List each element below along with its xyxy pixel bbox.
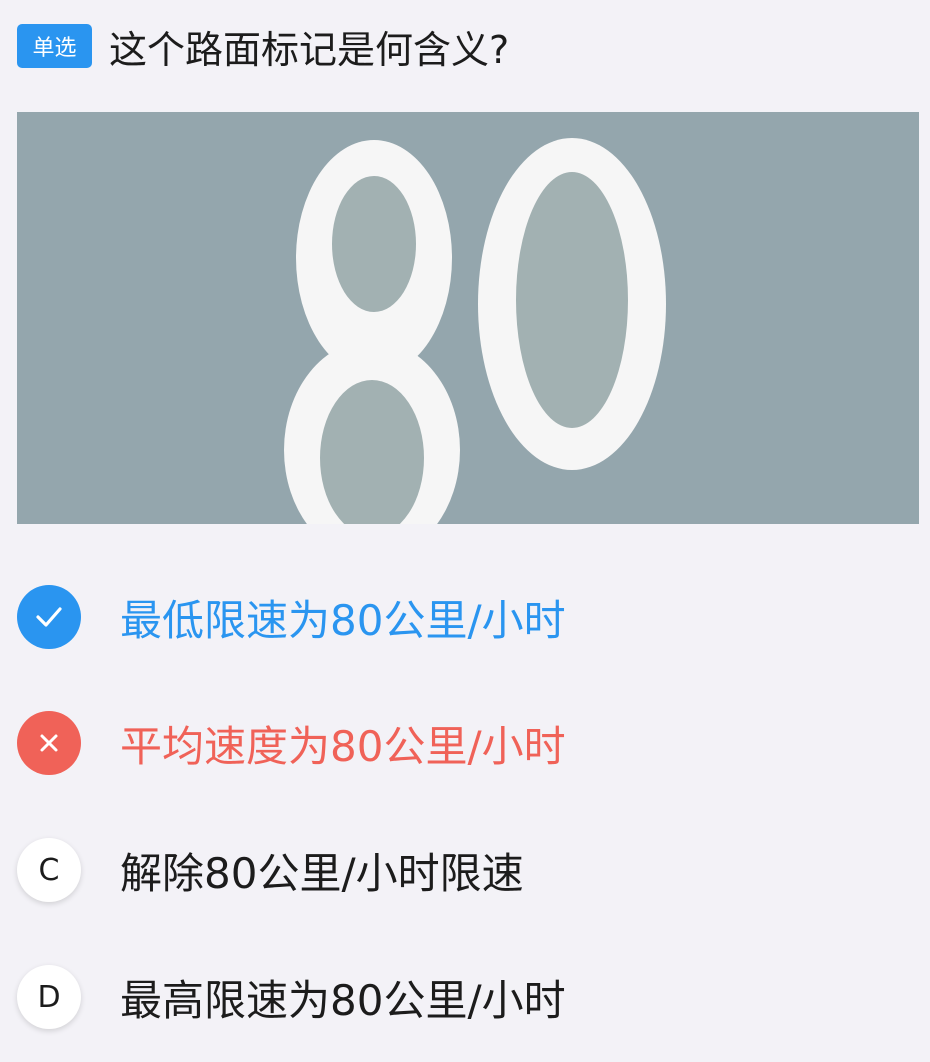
option-a[interactable]: 最低限速为80公里/小时: [17, 583, 566, 651]
question-text: 这个路面标记是何含义?: [109, 27, 510, 72]
option-c-text: 解除80公里/小时限速: [120, 848, 524, 898]
option-d[interactable]: D 最高限速为80公里/小时: [17, 963, 566, 1031]
option-a-text: 最低限速为80公里/小时: [120, 595, 566, 645]
question-type-badge: 单选: [17, 24, 92, 68]
road-marking-image: [17, 112, 919, 524]
option-b[interactable]: 平均速度为80公里/小时: [17, 709, 566, 777]
option-c-marker: C: [17, 838, 81, 902]
check-icon: [17, 585, 81, 649]
option-d-text: 最高限速为80公里/小时: [120, 975, 566, 1025]
question-header: 单选 这个路面标记是何含义?: [17, 22, 509, 72]
cross-icon: [17, 711, 81, 775]
option-c[interactable]: C 解除80公里/小时限速: [17, 836, 524, 904]
option-d-marker: D: [17, 965, 81, 1029]
road-surface: [17, 112, 919, 524]
option-b-text: 平均速度为80公里/小时: [120, 721, 566, 771]
